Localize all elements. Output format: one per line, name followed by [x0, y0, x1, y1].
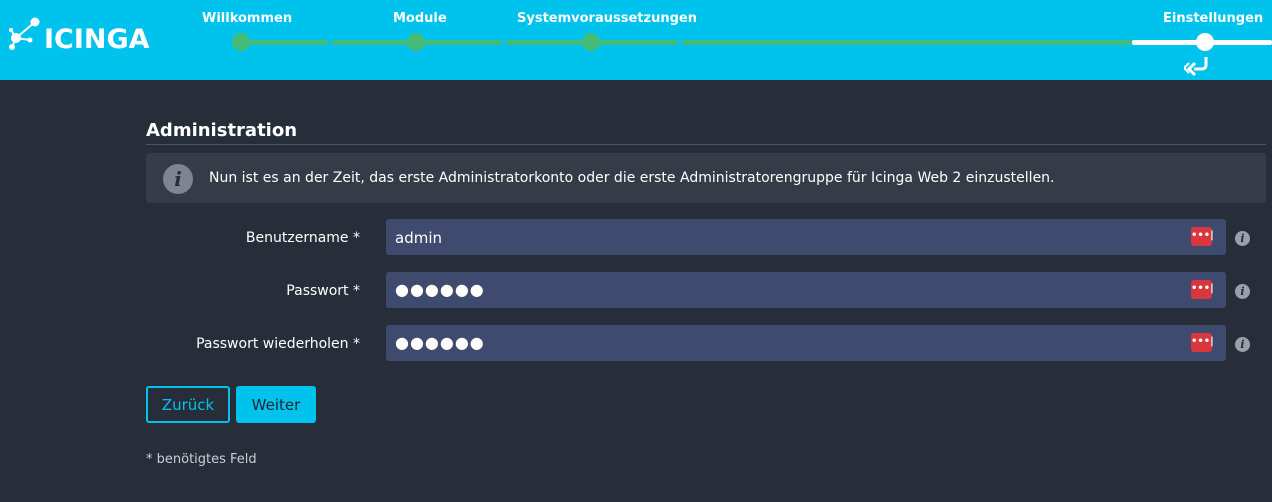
back-button[interactable]: Zurück	[146, 386, 230, 423]
progress-bar-transition	[682, 40, 1132, 45]
icinga-logo[interactable]: ICINGA	[8, 16, 150, 62]
step-label-einstellungen: Einstellungen	[1163, 11, 1264, 26]
username-help-icon[interactable]: i	[1235, 231, 1250, 246]
password-repeat-value: ●●●●●●	[395, 333, 485, 352]
step-label-willkommen: Willkommen	[202, 11, 293, 26]
next-button[interactable]: Weiter	[236, 386, 316, 423]
password-manager-icon[interactable]: •••|	[1191, 227, 1214, 246]
username-value: admin	[395, 229, 442, 247]
logo-text: ICINGA	[44, 24, 150, 55]
wizard-header: ICINGA Willkommen Module Systemvorausset…	[0, 0, 1272, 80]
step-dot-systemvoraussetzungen[interactable]	[582, 33, 600, 51]
username-input[interactable]: admin •••|	[386, 219, 1226, 255]
password-repeat-input[interactable]: ●●●●●● •••|	[386, 325, 1226, 361]
page-title: Administration	[146, 120, 298, 141]
title-divider	[146, 144, 1266, 145]
notice-text: Nun ist es an der Zeit, das erste Admini…	[209, 170, 1055, 186]
password-repeat-label: Passwort wiederholen *	[196, 336, 360, 352]
step-label-module: Module	[393, 11, 447, 26]
step-label-systemvoraussetzungen: Systemvoraussetzungen	[517, 11, 697, 26]
info-notice: i Nun ist es an der Zeit, das erste Admi…	[146, 153, 1266, 203]
password-value: ●●●●●●	[395, 280, 485, 299]
return-arrow-icon[interactable]	[1184, 55, 1210, 79]
password-repeat-help-icon[interactable]: i	[1235, 337, 1250, 352]
password-manager-icon[interactable]: •••|	[1191, 333, 1214, 352]
password-label: Passwort *	[286, 283, 360, 299]
info-icon: i	[163, 164, 193, 194]
password-manager-icon[interactable]: •••|	[1191, 280, 1214, 299]
username-label: Benutzername *	[245, 230, 360, 246]
step-dot-einstellungen	[1196, 33, 1214, 51]
logo-network-icon	[9, 17, 40, 50]
step-dot-module[interactable]	[407, 33, 425, 51]
password-input[interactable]: ●●●●●● •••|	[386, 272, 1226, 308]
required-field-note: * benötigtes Feld	[146, 452, 257, 467]
step-dot-willkommen[interactable]	[232, 33, 250, 51]
password-help-icon[interactable]: i	[1235, 284, 1250, 299]
